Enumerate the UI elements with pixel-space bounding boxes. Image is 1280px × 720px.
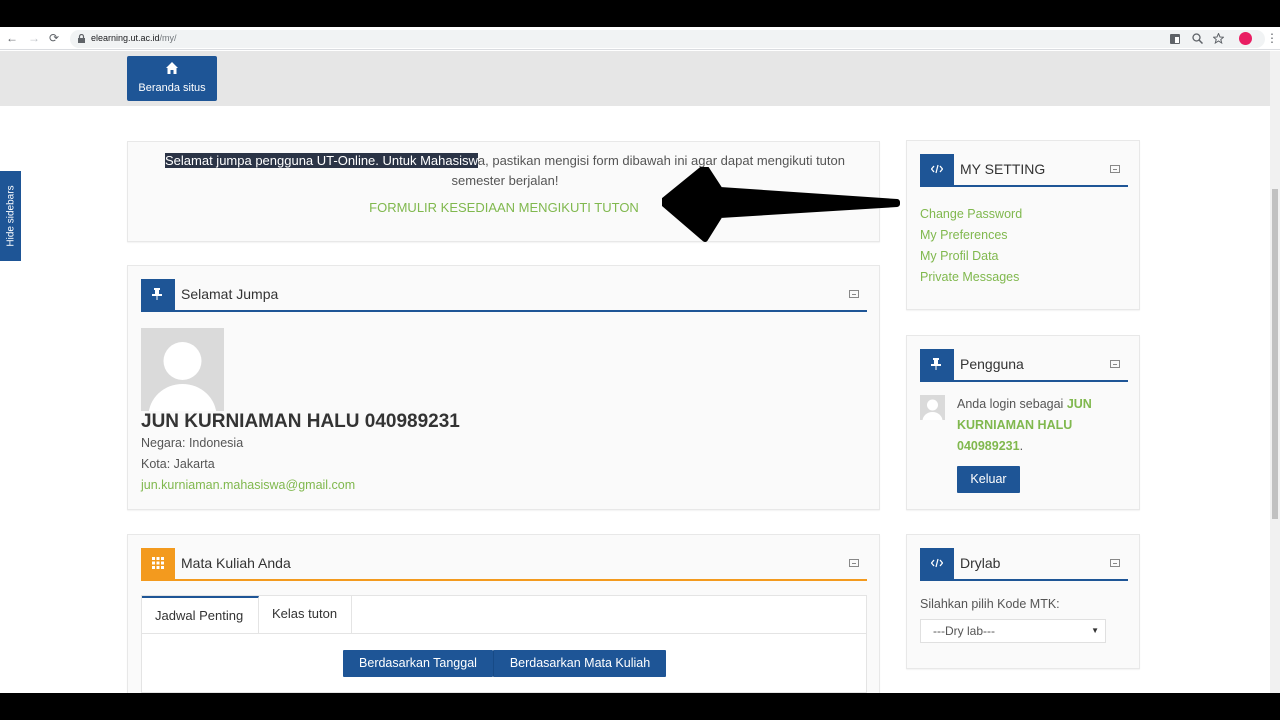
collapse-icon[interactable] [849, 559, 859, 567]
pengguna-header: Pengguna [920, 349, 1128, 382]
back-icon[interactable]: ← [6, 31, 18, 45]
courses-title: Mata Kuliah Anda [181, 555, 291, 571]
translate-icon[interactable] [1170, 34, 1180, 44]
browser-window: ← → ⟳ elearning.ut.ac.id/my/ ⋮ Beranda s… [0, 27, 1280, 693]
login-status-text: Anda login sebagai JUN KURNIAMAN HALU 04… [957, 397, 1092, 453]
courses-header: Mata Kuliah Anda [141, 548, 867, 581]
url-text: elearning.ut.ac.id/my/ [91, 33, 177, 43]
zoom-icon[interactable] [1192, 33, 1203, 44]
tab-panel: Berdasarkan Tanggal Berdasarkan Mata Kul… [141, 633, 867, 693]
more-menu-icon[interactable]: ⋮ [1266, 31, 1278, 45]
code-icon [920, 548, 954, 579]
reload-icon[interactable]: ⟳ [49, 31, 59, 45]
my-setting-block: MY SETTING Change Password My Preference… [906, 140, 1140, 310]
private-messages-link[interactable]: Private Messages [920, 270, 1019, 284]
address-bar[interactable]: elearning.ut.ac.id/my/ [70, 30, 1265, 48]
home-label: Beranda situs [138, 82, 206, 94]
profile-city: Kota: Jakarta [141, 457, 215, 471]
my-setting-title: MY SETTING [960, 161, 1046, 177]
pin-icon [920, 349, 954, 380]
my-preferences-link[interactable]: My Preferences [920, 228, 1008, 242]
page-content: Beranda situs Hide sidebars Selamat jump… [0, 51, 1270, 693]
my-profil-data-link[interactable]: My Profil Data [920, 249, 999, 263]
sort-by-date-button[interactable]: Berdasarkan Tanggal [343, 650, 493, 677]
profile-country: Negara: Indonesia [141, 436, 244, 450]
pengguna-block: Pengguna Anda login sebagai JUN KURNIAMA… [906, 335, 1140, 510]
collapse-icon[interactable] [849, 290, 859, 298]
welcome-header: Selamat Jumpa [141, 279, 867, 312]
drylab-select[interactable]: ---Dry lab--- ▼ [920, 619, 1106, 643]
code-icon [920, 154, 954, 185]
home-icon [166, 62, 178, 74]
lock-icon [78, 34, 85, 43]
tab-kelas-tuton[interactable]: Kelas tuton [259, 596, 352, 634]
pin-icon [141, 279, 175, 310]
drylab-label: Silahkan pilih Kode MTK: [920, 597, 1060, 611]
profile-avatar-icon[interactable] [1239, 32, 1252, 45]
welcome-title: Selamat Jumpa [181, 286, 279, 302]
browser-toolbar: ← → ⟳ elearning.ut.ac.id/my/ ⋮ [0, 27, 1280, 50]
collapse-icon[interactable] [1110, 360, 1120, 368]
profile-name: JUN KURNIAMAN HALU 040989231 [141, 411, 460, 432]
hide-sidebars-label: Hide sidebars [5, 185, 16, 247]
course-tabs: Jadwal Penting Kelas tuton [141, 595, 867, 634]
my-setting-header: MY SETTING [920, 154, 1128, 187]
tab-jadwal-penting[interactable]: Jadwal Penting [142, 596, 259, 634]
welcome-block: Selamat Jumpa JUN KURNIAMAN HALU 0409892… [127, 265, 880, 510]
pengguna-title: Pengguna [960, 356, 1024, 372]
page-scrollbar[interactable] [1270, 51, 1280, 693]
scrollbar-thumb[interactable] [1272, 189, 1278, 519]
change-password-link[interactable]: Change Password [920, 207, 1022, 221]
profile-email-link[interactable]: jun.kurniaman.mahasiswa@gmail.com [141, 478, 355, 492]
header-band: Beranda situs [0, 51, 1270, 106]
profile-avatar [141, 328, 224, 411]
chevron-down-icon: ▼ [1091, 626, 1099, 635]
arrow-annotation-icon [662, 167, 900, 242]
drylab-header: Drylab [920, 548, 1128, 581]
grid-icon [141, 548, 175, 579]
collapse-icon[interactable] [1110, 559, 1120, 567]
logout-button[interactable]: Keluar [957, 466, 1020, 493]
drylab-title: Drylab [960, 555, 1001, 571]
sort-by-course-button[interactable]: Berdasarkan Mata Kuliah [493, 650, 666, 677]
drylab-block: Drylab Silahkan pilih Kode MTK: ---Dry l… [906, 534, 1140, 669]
bookmark-star-icon[interactable] [1213, 33, 1224, 44]
hide-sidebars-button[interactable]: Hide sidebars [0, 171, 21, 261]
collapse-icon[interactable] [1110, 165, 1120, 173]
home-button[interactable]: Beranda situs [127, 56, 217, 101]
user-avatar [920, 395, 945, 420]
courses-block: Mata Kuliah Anda Jadwal Penting Kelas tu… [127, 534, 880, 693]
forward-icon[interactable]: → [28, 31, 40, 45]
notice-selected-text: Selamat jumpa pengguna UT-Online. Untuk … [165, 153, 478, 168]
